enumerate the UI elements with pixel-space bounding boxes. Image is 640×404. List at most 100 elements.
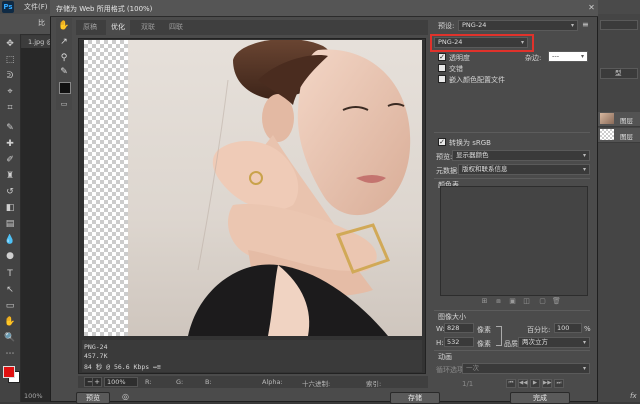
layer-kind-select[interactable]: 型 bbox=[600, 68, 638, 79]
healing-brush-icon[interactable]: ✚ bbox=[4, 138, 16, 150]
delete-color-icon[interactable]: 🗑 bbox=[552, 297, 561, 305]
tab-4-up[interactable]: 四联 bbox=[164, 20, 188, 35]
zoom-tool-icon[interactable]: ⚲ bbox=[58, 52, 70, 64]
preset-label: 预设: bbox=[438, 22, 455, 30]
blur-tool-icon[interactable]: 💧 bbox=[4, 234, 16, 246]
preview-color-select[interactable]: 显示器颜色 ▾ bbox=[452, 150, 590, 161]
last-frame-icon[interactable]: ⏭ bbox=[554, 379, 564, 388]
quality-value: 两次立方 bbox=[522, 338, 548, 346]
gradient-tool-icon[interactable]: ▤ bbox=[4, 218, 16, 230]
tab-2-up[interactable]: 双联 bbox=[136, 20, 160, 35]
height-input[interactable]: 532 bbox=[444, 337, 474, 347]
transparency-label: 透明度 bbox=[449, 54, 470, 62]
interlaced-checkbox[interactable] bbox=[438, 64, 446, 72]
close-icon[interactable]: ✕ bbox=[587, 3, 596, 12]
fx-icon[interactable]: fx bbox=[630, 392, 637, 400]
move-tool-icon[interactable]: ✥ bbox=[4, 38, 16, 50]
transparency-checkerboard bbox=[84, 40, 128, 336]
percent-input[interactable]: 100 bbox=[554, 323, 582, 333]
more-tools-icon[interactable]: ⋯ bbox=[4, 348, 16, 360]
readout-hex: 十六进制: bbox=[302, 380, 331, 388]
crop-tool-icon[interactable]: ⌗ bbox=[4, 102, 16, 114]
foreground-color-swatch[interactable] bbox=[3, 366, 15, 378]
frame-counter: 1/1 bbox=[462, 380, 474, 388]
dialog-title: 存储为 Web 所用格式 (100%) bbox=[56, 5, 153, 13]
image-size-label: 图像大小 bbox=[438, 313, 466, 321]
save-button[interactable]: 存储 bbox=[390, 392, 440, 404]
height-label: H: bbox=[436, 339, 444, 347]
height-unit: 像素 bbox=[477, 340, 491, 348]
eyedropper-color-swatch[interactable] bbox=[59, 82, 71, 94]
lasso-tool-icon[interactable]: ᕲ bbox=[4, 70, 16, 82]
eyedropper-tool-icon[interactable]: ✎ bbox=[4, 122, 16, 134]
options-bar-label: 比 bbox=[38, 19, 45, 27]
rectangle-tool-icon[interactable]: ▭ bbox=[4, 300, 16, 312]
previous-frame-icon[interactable]: ◀◀ bbox=[518, 379, 528, 388]
embed-profile-checkbox[interactable] bbox=[438, 75, 446, 83]
type-tool-icon[interactable]: T bbox=[4, 268, 16, 280]
chevron-down-icon: ▾ bbox=[582, 365, 586, 372]
loop-options-value: 一次 bbox=[466, 364, 479, 372]
play-icon[interactable]: ▶ bbox=[530, 379, 540, 388]
preset-select[interactable]: PNG-24 ▾ bbox=[458, 20, 578, 31]
hand-tool-icon[interactable]: ✋ bbox=[4, 316, 16, 328]
transparency-checkbox[interactable]: ✓ bbox=[438, 53, 446, 61]
dodge-tool-icon[interactable]: ● bbox=[4, 250, 16, 262]
eyedropper-tool-icon[interactable]: ✎ bbox=[58, 66, 70, 78]
info-download-time[interactable]: 84 秒 @ 56.6 Kbps ↔≡ bbox=[84, 361, 161, 371]
done-button[interactable]: 完成 bbox=[510, 392, 570, 404]
zoom-level-select[interactable]: 100% bbox=[104, 377, 138, 387]
first-frame-icon[interactable]: ⏮ bbox=[506, 379, 516, 388]
next-frame-icon[interactable]: ▶▶ bbox=[542, 379, 552, 388]
metadata-select[interactable]: 版权和联系信息 ▾ bbox=[458, 164, 590, 175]
history-brush-icon[interactable]: ↺ bbox=[4, 186, 16, 198]
add-color-icon[interactable]: ◫ bbox=[522, 297, 531, 305]
quick-select-tool-icon[interactable]: ⌖ bbox=[4, 86, 16, 98]
convert-srgb-checkbox[interactable]: ✓ bbox=[438, 138, 446, 146]
chevron-down-icon: ▾ bbox=[582, 166, 586, 173]
highlight-annotation bbox=[430, 34, 534, 52]
constrain-proportions-link-icon[interactable] bbox=[496, 326, 502, 346]
hand-tool-icon[interactable]: ✋ bbox=[58, 20, 70, 32]
eraser-tool-icon[interactable]: ◧ bbox=[4, 202, 16, 214]
lock-color-icon[interactable]: ▣ bbox=[508, 297, 517, 305]
layer-name: 图层 bbox=[620, 117, 633, 125]
metadata-value: 版权和联系信息 bbox=[462, 165, 508, 173]
matte-label: 杂边: bbox=[525, 54, 542, 62]
photoshop-logo: Ps bbox=[2, 1, 14, 13]
tab-optimized[interactable]: 优化 bbox=[106, 20, 130, 35]
preview-button[interactable]: 预览 bbox=[76, 392, 110, 404]
layer-thumbnail bbox=[600, 113, 614, 124]
menu-file[interactable]: 文件(F) bbox=[24, 2, 48, 12]
loop-options-select[interactable]: 一次 ▾ bbox=[462, 363, 590, 374]
optimize-menu-icon[interactable]: ≡ bbox=[582, 20, 592, 31]
path-select-tool-icon[interactable]: ↖ bbox=[4, 284, 16, 296]
status-zoom: 100% bbox=[24, 392, 43, 400]
stamp-tool-icon[interactable]: ♜ bbox=[4, 170, 16, 182]
layer-thumbnail bbox=[600, 129, 614, 140]
preview-image[interactable] bbox=[128, 40, 422, 336]
matte-select[interactable]: --- ▾ bbox=[548, 51, 588, 62]
brush-tool-icon[interactable]: ✐ bbox=[4, 154, 16, 166]
readout-b: B: bbox=[205, 378, 212, 386]
browser-preview-icon[interactable]: ◎ bbox=[122, 392, 136, 402]
width-input[interactable]: 828 bbox=[444, 323, 474, 333]
toggle-slice-visibility-icon[interactable]: ▭ bbox=[58, 100, 70, 108]
divider bbox=[434, 310, 590, 311]
web-shift-icon[interactable]: ⧈ bbox=[494, 297, 503, 305]
quality-select[interactable]: 两次立方 ▾ bbox=[518, 337, 590, 348]
zoom-in-button[interactable]: + bbox=[92, 377, 102, 387]
workspace-switcher[interactable] bbox=[600, 20, 638, 30]
matte-value: --- bbox=[552, 52, 560, 60]
zoom-tool-icon[interactable]: 🔍 bbox=[4, 332, 16, 344]
preview-color-value: 显示器颜色 bbox=[456, 151, 489, 159]
new-color-icon[interactable]: ▢ bbox=[538, 297, 547, 305]
slice-select-tool-icon[interactable]: ↗ bbox=[58, 36, 70, 48]
chevron-down-icon: ▾ bbox=[582, 152, 586, 159]
chevron-down-icon: ▾ bbox=[570, 22, 574, 29]
divider bbox=[434, 350, 590, 351]
marquee-tool-icon[interactable]: ⬚ bbox=[4, 54, 16, 66]
tab-original[interactable]: 原稿 bbox=[78, 20, 102, 35]
embed-profile-label: 嵌入颜色配置文件 bbox=[449, 76, 505, 84]
map-transparency-icon[interactable]: ⊞ bbox=[480, 297, 489, 305]
